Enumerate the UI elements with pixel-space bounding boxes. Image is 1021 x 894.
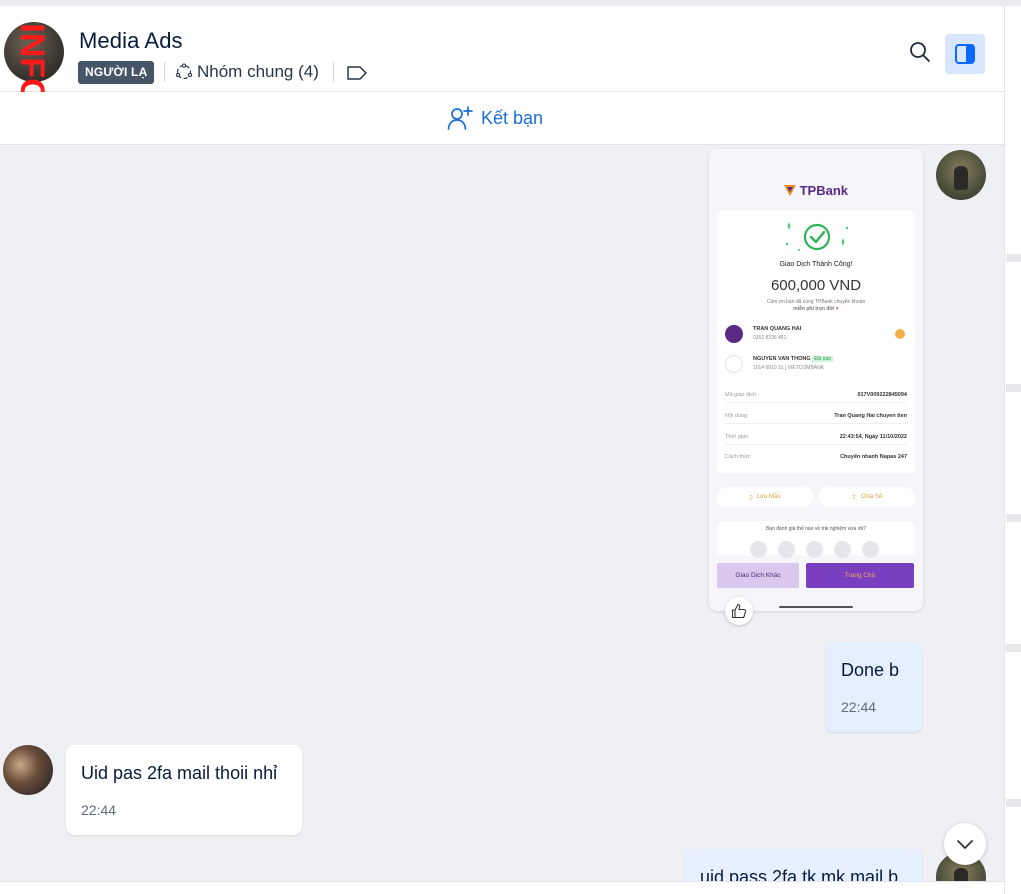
add-friend-bar: Kết bạn [0, 92, 1004, 145]
receipt-card: Giao Dịch Thành Công! 600,000 VND Cảm ơn… [717, 211, 915, 473]
rating-question: Bạn đánh giá thế nào về trải nghiệm vừa … [765, 526, 867, 532]
message-list[interactable]: TPBank Giao Dịch Thành Công! 600,000 VND… [0, 145, 1004, 881]
bank-name: TPBank [799, 183, 849, 198]
receipt-amount: 600,000 VND [770, 277, 862, 294]
edge-marker [1006, 514, 1021, 522]
right-panel-edge [1004, 6, 1021, 894]
star-icon [750, 541, 767, 558]
conversation-header: INFO Media Ads NGƯỜI LẠ Nhóm chung (4) [0, 6, 1004, 105]
chevron-down-icon [957, 840, 973, 849]
heart-icon: ♥ [835, 306, 839, 312]
detail-row: Thời gian 22:43:54, Ngày 11/10/2022 [725, 431, 907, 445]
share-icon: ⇪ [851, 494, 857, 501]
thumbs-up-icon [731, 603, 747, 619]
save-template-label: Lưu Mẫu [756, 494, 781, 500]
save-template-pill: ▯ Lưu Mẫu [717, 487, 813, 507]
document-icon: ▯ [749, 494, 753, 501]
message-time: 22:44 [841, 699, 877, 715]
receiver-account: 1014 0910 31 | VIETCOMBANK [753, 365, 825, 371]
share-label: Chia Sẻ [860, 494, 883, 500]
tag-icon[interactable] [346, 65, 368, 81]
search-button[interactable] [904, 36, 936, 68]
message-text: Uid pas 2fa mail thoii nhỉ [81, 763, 278, 783]
thanks-strong: miễn phí trọn đời [793, 306, 835, 312]
thanks-line: Cảm ơn bạn đã cùng TPBank chuyển khoản [766, 299, 866, 305]
star-icon [862, 541, 879, 558]
star-icon [834, 541, 851, 558]
thanks-line: miễn phí trọn đời ♥ [737, 306, 895, 313]
share-pill: ⇪ Chia Sẻ [819, 487, 915, 507]
message-bubble[interactable]: Uid pas 2fa mail thoii nhỉ 22:44 [66, 745, 302, 835]
composer-edge [0, 881, 1004, 894]
side-panel-icon [955, 44, 975, 64]
common-groups-label: Nhóm chung (4) [197, 62, 319, 81]
detail-row: Nội dung Tran Quang Hai chuyen tien [725, 410, 907, 424]
bank-logo: TPBank [709, 183, 923, 198]
home-button: Trang Chủ [806, 563, 914, 588]
edge-marker [1006, 254, 1021, 262]
transfer-receipt-image[interactable]: TPBank Giao Dịch Thành Công! 600,000 VND… [709, 149, 923, 611]
detail-value: Tran Quang Hai chuyen tien [834, 413, 907, 419]
message-text: Done b [841, 660, 900, 680]
detail-value: 017V009222845094 [857, 392, 907, 398]
other-transaction-button: Giao Dịch Khác [717, 563, 799, 588]
rating-box: Bạn đánh giá thế nào về trải nghiệm vừa … [717, 521, 915, 558]
contact-message-avatar[interactable] [3, 745, 53, 795]
user-group-icon [175, 63, 193, 80]
success-check-icon [785, 222, 849, 251]
sender-account: 0352 8336 481 [753, 335, 787, 341]
bank-logo-icon [783, 185, 796, 196]
verified-tag: Đã xác [812, 356, 834, 362]
receiver-icon [725, 355, 743, 373]
stranger-badge: NGƯỜI LẠ [78, 61, 155, 84]
edge-marker [1006, 384, 1021, 392]
receipt-status: Giao Dịch Thành Công! [779, 261, 853, 268]
detail-row: Mã giao dịch 017V009222845094 [725, 389, 907, 403]
detail-key: Cách thức [725, 454, 751, 460]
sender-info: TRAN QUANG HAI 0352 8336 481 [725, 323, 909, 345]
react-button[interactable] [725, 597, 753, 625]
contact-name[interactable]: Media Ads [79, 28, 183, 54]
common-groups[interactable]: Nhóm chung (4) [175, 62, 319, 82]
detail-key: Mã giao dịch [725, 392, 757, 398]
coin-icon [895, 329, 905, 339]
sender-name: TRAN QUANG HAI [753, 326, 802, 332]
message-bubble[interactable]: Done b 22:44 [826, 642, 922, 732]
divider [333, 62, 334, 82]
receiver-name: NGUYEN VAN THONG Đã xác [753, 356, 834, 362]
scroll-to-bottom-button[interactable] [944, 823, 986, 865]
receipt-thanks: Cảm ơn bạn đã cùng TPBank chuyển khoản m… [737, 299, 895, 313]
add-friend-button[interactable]: Kết bạn [447, 106, 543, 130]
message-text: uid pass 2fa tk mk mail b [700, 867, 899, 881]
edge-marker [1006, 644, 1021, 652]
home-indicator [779, 606, 853, 608]
sender-icon [725, 325, 743, 343]
add-friend-label: Kết bạn [480, 107, 544, 128]
detail-key: Thời gian [725, 434, 749, 440]
my-avatar[interactable] [936, 150, 986, 200]
detail-value: 22:43:54, Ngày 11/10/2022 [839, 434, 907, 440]
search-icon [910, 42, 930, 62]
message-time: 22:44 [81, 802, 117, 818]
add-user-icon [447, 106, 473, 130]
toggle-side-panel-button[interactable] [945, 34, 985, 74]
receiver-info: NGUYEN VAN THONG Đã xác 1014 0910 31 | V… [725, 353, 909, 375]
receiver-name-text: NGUYEN VAN THONG [753, 356, 811, 362]
detail-key: Nội dung [725, 413, 748, 419]
edge-marker [1006, 799, 1021, 807]
detail-value: Chuyển nhanh Napas 247 [840, 454, 907, 460]
message-bubble[interactable]: uid pass 2fa tk mk mail b [685, 849, 922, 881]
star-icon [778, 541, 795, 558]
detail-row: Cách thức Chuyển nhanh Napas 247 [725, 451, 907, 465]
divider [164, 62, 165, 82]
star-icon [806, 541, 823, 558]
